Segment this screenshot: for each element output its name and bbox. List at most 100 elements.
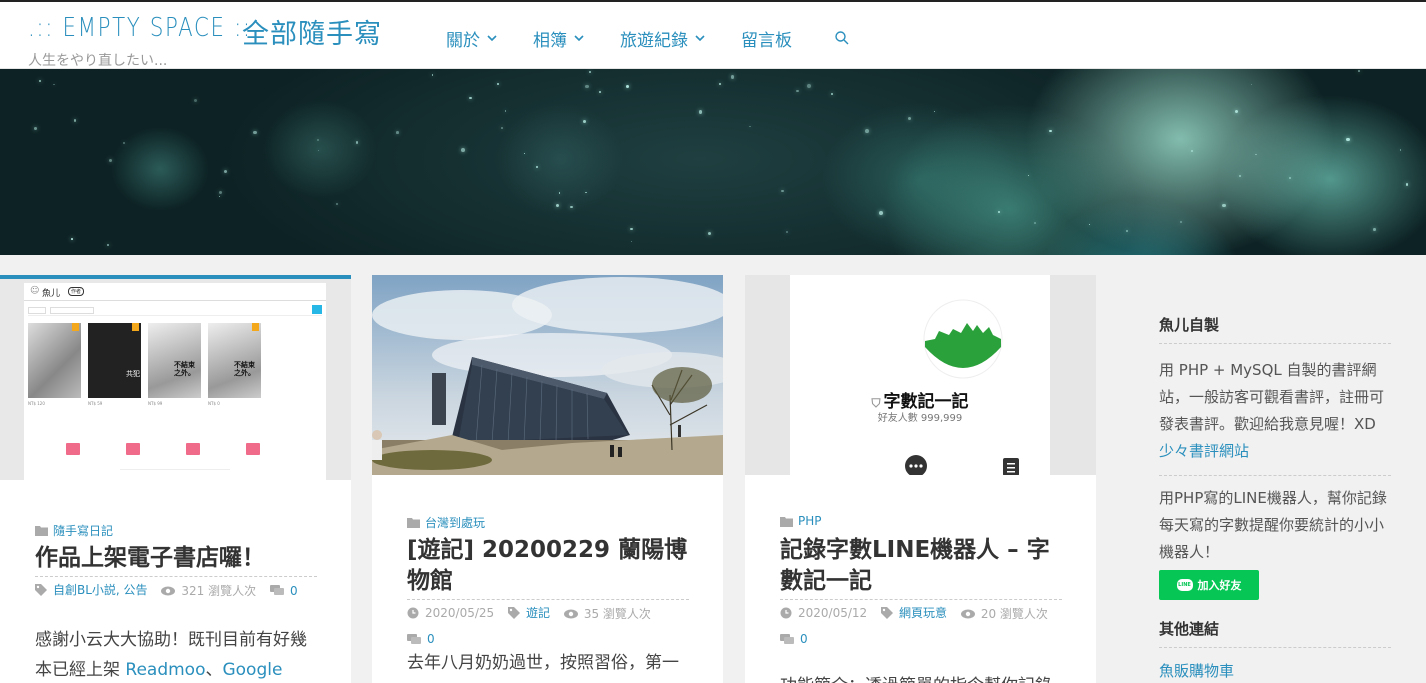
banner-sparkle (1034, 222, 1036, 224)
comments-count[interactable]: 0 (290, 579, 298, 603)
book-review-site-link[interactable]: 少々書評網站 (1159, 442, 1249, 460)
banner-sparkle (1049, 129, 1052, 133)
site-title-zh[interactable]: 全部隨手寫 (242, 12, 382, 51)
post-comments[interactable]: 0 (269, 579, 298, 603)
banner-sparkle (907, 117, 911, 121)
post-card[interactable]: ⛉ 字數記一記 好友人數 999,999 PHP 記錄字數LINE機器人 – 字數… (745, 275, 1096, 683)
banner-sparkle (933, 110, 936, 113)
nav-item-albums[interactable]: 相簿 (533, 26, 586, 51)
clock-icon (407, 607, 419, 619)
banner-sparkle (698, 110, 702, 114)
book-item: 不結束之外。 NT$ 0 (208, 323, 261, 433)
nav-item-label: 關於 (446, 30, 480, 51)
banner-sparkle (598, 90, 602, 94)
post-category[interactable]: PHP (780, 514, 822, 528)
tag-icon (35, 584, 47, 596)
banner-sparkle (34, 127, 37, 130)
post-thumbnail[interactable]: ⛉ 字數記一記 好友人數 999,999 (745, 275, 1096, 475)
banner-sparkle (719, 83, 722, 86)
banner-sparkle (1190, 150, 1193, 153)
readmoo-link[interactable]: Readmoo (125, 660, 205, 680)
nav-item-about[interactable]: 關於 (446, 26, 499, 51)
book-cover-title: 共犯 (126, 370, 140, 378)
banner-sparkle (865, 129, 869, 133)
banner-sparkle (585, 191, 587, 193)
views-count: 20 瀏覽人次 (980, 607, 1048, 621)
post-excerpt: 去年八月奶奶過世，按照習俗，第一 (407, 653, 679, 673)
banner-sparkle (253, 130, 257, 135)
banner-sparkle (879, 211, 884, 215)
widget-title: 魚儿自製 (1159, 300, 1391, 344)
eye-icon (960, 609, 975, 619)
sidebar-link[interactable]: 魚販購物車 (1159, 648, 1391, 681)
banner-sparkle (396, 131, 399, 134)
banner-sparkle (1346, 137, 1350, 142)
date-label: 2020/05/12 (798, 606, 868, 620)
post-thumbnail[interactable] (372, 275, 723, 475)
banner-sparkle (785, 231, 789, 234)
banner-sparkle (122, 141, 126, 145)
excerpt-separator: 、 (205, 660, 223, 680)
book-item: 共犯 NT$ 59 (88, 323, 141, 433)
banner-sparkle (630, 241, 633, 243)
views-count: 35 瀏覽人次 (583, 607, 651, 621)
post-thumbnail[interactable]: ☺ 魚儿 作者 NT$ 120 共犯 NT$ 59 不結束之外。 NT$ 99 (0, 279, 351, 480)
banner-sparkle (53, 83, 55, 86)
site-title[interactable]: .:: EMPTY SPACE ::. 全部隨手寫 (28, 12, 381, 50)
post-views: 35 瀏覽人次 (563, 602, 651, 626)
tags-label[interactable]: 遊記 (526, 601, 550, 625)
museum-photo (372, 275, 723, 475)
eye-icon (161, 586, 176, 596)
post-title[interactable]: 記錄字數LINE機器人 – 字數記一記 (780, 535, 1062, 600)
post-meta: 2020/05/12 網頁玩意 20 瀏覽人次 0 (780, 601, 1062, 653)
post-title[interactable]: [遊記] 20200229 蘭陽博物館 (407, 535, 689, 600)
book-action-button (246, 443, 260, 455)
post-title[interactable]: 作品上架電子書店囉！ (35, 543, 317, 577)
line-add-friend-button[interactable]: LINE 加入好友 (1159, 570, 1259, 600)
book-price: NT$ 59 (88, 401, 103, 406)
banner-sparkle (781, 189, 784, 193)
banner-sparkle (224, 169, 228, 173)
book-item: 不結束之外。 NT$ 99 (148, 323, 201, 433)
site-title-en[interactable]: .:: EMPTY SPACE ::. (28, 13, 260, 43)
site-tagline: 人生をやり直したい... (28, 53, 168, 69)
banner-sparkle (461, 147, 466, 152)
banner-sparkle (355, 141, 359, 144)
banner-sparkle (108, 158, 112, 162)
category-label[interactable]: PHP (798, 514, 822, 528)
post-tags: 遊記 (508, 601, 550, 625)
post-excerpt: 功能簡介：透過簡單的指令幫你記錄 (780, 671, 1062, 683)
post-category[interactable]: 隨手寫日記 (35, 522, 113, 539)
post-views: 20 瀏覽人次 (960, 602, 1048, 626)
banner-sparkle (1255, 153, 1258, 156)
post-card[interactable]: 台灣到處玩 [遊記] 20200229 蘭陽博物館 2020/05/25 遊記 … (372, 275, 723, 683)
banner-sparkle (1405, 183, 1409, 186)
banner-sparkle (336, 202, 338, 205)
banner-sparkle (585, 84, 589, 88)
search-icon[interactable] (834, 30, 850, 46)
tags-label[interactable]: 網頁玩意 (899, 601, 947, 625)
category-label[interactable]: 台灣到處玩 (425, 514, 485, 531)
category-label[interactable]: 隨手寫日記 (53, 522, 113, 539)
eye-icon (563, 609, 578, 619)
banner-sparkle (431, 74, 434, 76)
tag-icon (881, 607, 893, 619)
banner-sparkle (630, 227, 633, 231)
post-meta: 2020/05/25 遊記 35 瀏覽人次 0 (407, 601, 689, 653)
book-action-button (66, 443, 80, 455)
book-cover-title: 不結束之外。 (234, 361, 255, 377)
post-category[interactable]: 台灣到處玩 (407, 514, 485, 531)
user-icon: ☺ (30, 286, 40, 296)
comments-count[interactable]: 0 (800, 627, 808, 651)
comments-icon (407, 633, 421, 644)
nav-item-travel[interactable]: 旅遊紀錄 (620, 26, 707, 51)
post-excerpt: 感謝小云大大協助！既刊目前有好幾本已經上架 Readmoo、Google Pla… (35, 625, 317, 683)
banner-sparkle (1288, 176, 1291, 179)
post-date: 2020/05/12 (780, 601, 867, 625)
post-card[interactable]: ☺ 魚儿 作者 NT$ 120 共犯 NT$ 59 不結束之外。 NT$ 99 (0, 275, 351, 683)
tags-label[interactable]: 自創BL小説, 公告 (53, 578, 148, 602)
nav-item-guestbook[interactable]: 留言板 (741, 26, 792, 51)
post-comments[interactable]: 0 (780, 627, 808, 651)
bot-avatar (923, 299, 1003, 379)
post-tags: 自創BL小説, 公告 (35, 578, 148, 602)
